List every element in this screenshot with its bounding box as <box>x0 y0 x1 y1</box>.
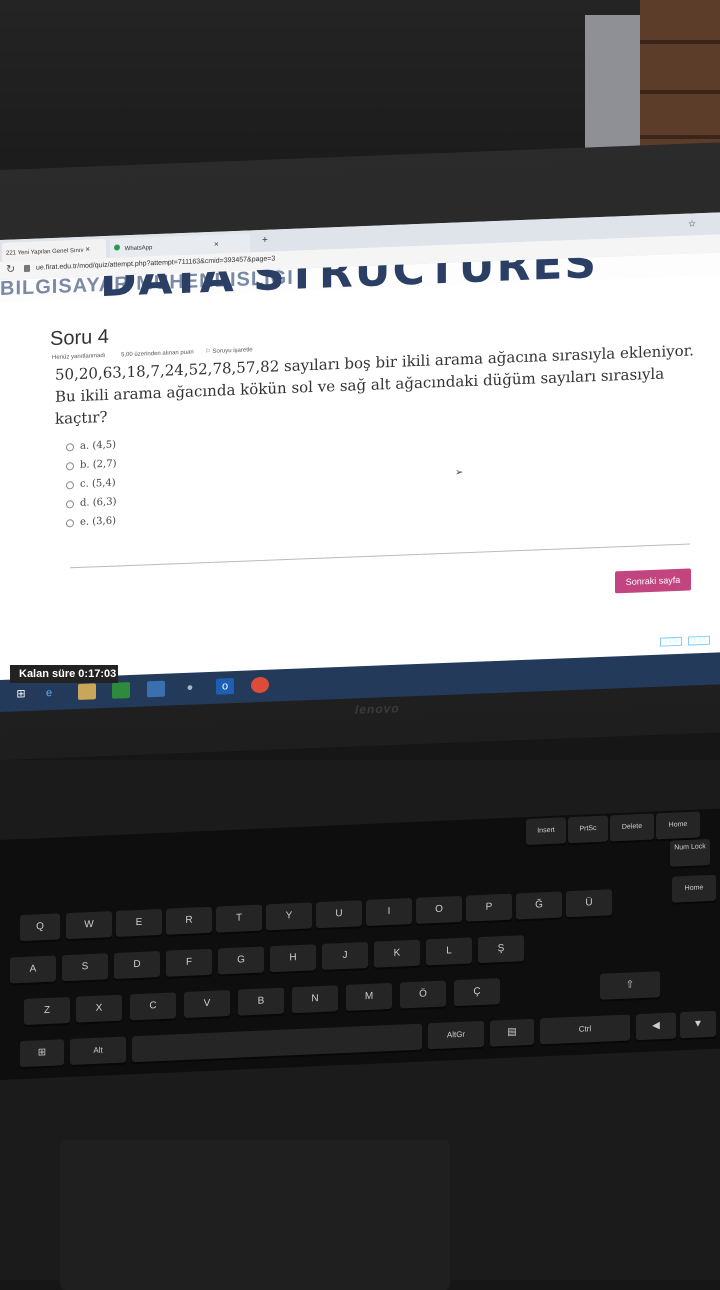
key-f[interactable]: F <box>166 948 212 977</box>
key-l[interactable]: L <box>426 937 472 966</box>
key-m[interactable]: M <box>346 982 392 1011</box>
close-icon[interactable]: × <box>214 240 219 249</box>
radio-button[interactable] <box>66 518 74 527</box>
windows-key-icon[interactable]: ⊞ <box>20 1039 64 1068</box>
keyboard: Insert PrtSc Delete Home Num Lock Q W E … <box>0 808 720 1080</box>
altgr-key[interactable]: AltGr <box>428 1020 484 1050</box>
radio-button[interactable] <box>66 442 74 451</box>
key-q[interactable]: Q <box>20 913 60 942</box>
radio-button[interactable] <box>66 499 74 508</box>
option-label: e. (3,6) <box>80 515 116 528</box>
key-i[interactable]: I <box>366 898 412 927</box>
key-p[interactable]: P <box>466 893 512 922</box>
option-label: d. (6,3) <box>80 496 117 509</box>
key-z[interactable]: Z <box>24 996 70 1025</box>
battery-indicator[interactable]: 72% <box>660 636 683 647</box>
key-x[interactable]: X <box>76 994 122 1023</box>
key-k[interactable]: K <box>374 939 420 968</box>
background-wall-panel <box>585 15 640 165</box>
key-c-cedilla[interactable]: Ç <box>454 978 500 1007</box>
laptop-brand-logo: lenovo <box>355 701 400 717</box>
key-y[interactable]: Y <box>266 902 312 931</box>
file-explorer-icon[interactable] <box>78 683 96 701</box>
new-tab-button[interactable]: + <box>262 235 268 246</box>
arrow-down-icon[interactable]: ▼ <box>680 1010 716 1039</box>
key-r[interactable]: R <box>166 906 212 935</box>
key-h[interactable]: H <box>270 944 316 973</box>
key-u-umlaut[interactable]: Ü <box>566 889 612 918</box>
key-g-breve[interactable]: Ğ <box>516 891 562 920</box>
answer-option[interactable]: d. (6,3) <box>66 497 116 518</box>
space-bar[interactable] <box>132 1023 422 1063</box>
home-key[interactable]: Home <box>656 811 700 840</box>
num-lock-key[interactable]: Num Lock <box>670 839 710 867</box>
insert-key[interactable]: Insert <box>526 817 566 846</box>
key-u[interactable]: U <box>316 900 362 929</box>
internet-explorer-icon[interactable]: e <box>40 685 58 702</box>
tab-label: WhatsApp <box>124 245 153 253</box>
radio-button[interactable] <box>66 480 74 489</box>
shelf-divider <box>640 40 720 44</box>
key-g[interactable]: G <box>218 946 264 975</box>
key-t[interactable]: T <box>216 904 262 933</box>
key-v[interactable]: V <box>184 989 230 1018</box>
key-o-umlaut[interactable]: Ö <box>400 980 446 1009</box>
key-s[interactable]: S <box>62 953 108 982</box>
network-app-icon[interactable]: ● <box>181 679 199 696</box>
key-j[interactable]: J <box>322 941 368 970</box>
answer-option[interactable]: a. (4,5) <box>66 440 116 461</box>
key-w[interactable]: W <box>66 911 112 940</box>
windows-start-icon[interactable]: ⊞ <box>12 686 30 703</box>
key-b[interactable]: B <box>238 987 284 1016</box>
flag-icon[interactable]: ⚐ <box>205 349 210 355</box>
remaining-time-timer: Kalan süre 0:17:03 <box>10 665 118 683</box>
alt-key[interactable]: Alt <box>70 1036 126 1065</box>
lock-icon <box>24 264 30 273</box>
delete-key[interactable]: Delete <box>610 813 654 842</box>
system-tray: 72% 1:14 <box>660 635 710 647</box>
option-label: c. (5,4) <box>80 477 116 490</box>
key-n[interactable]: N <box>292 985 338 1014</box>
option-label: a. (4,5) <box>80 439 117 452</box>
key-s-cedilla[interactable]: Ş <box>478 935 524 964</box>
key-o[interactable]: O <box>416 895 462 924</box>
key-c[interactable]: C <box>130 992 176 1021</box>
option-label: b. (2,7) <box>80 458 117 471</box>
question-number: Soru 4 <box>50 325 109 351</box>
whatsapp-icon <box>114 244 120 251</box>
shift-arrow-icon[interactable]: ⇧ <box>600 971 660 1000</box>
reload-icon[interactable]: ↻ <box>6 262 15 275</box>
key-a[interactable]: A <box>10 955 56 984</box>
arrow-left-icon[interactable]: ◀ <box>636 1012 676 1041</box>
clock[interactable]: 1:14 <box>688 635 710 646</box>
tab-label: 221 Yeni Yapılan Genel Sınıv <box>6 247 84 257</box>
radio-button[interactable] <box>66 461 74 470</box>
shelf-divider <box>640 90 720 94</box>
prtsc-key[interactable]: PrtSc <box>568 815 608 844</box>
store-icon[interactable] <box>112 682 130 699</box>
shelf-divider <box>640 135 720 139</box>
touchpad[interactable] <box>60 1140 450 1290</box>
close-icon[interactable]: × <box>85 245 90 254</box>
laptop-screen: 221 Yeni Yapılan Genel Sınıv × WhatsApp … <box>0 212 720 690</box>
key-e[interactable]: E <box>116 908 162 937</box>
answer-option[interactable]: e. (3,6) <box>66 516 116 537</box>
outlook-icon[interactable]: o <box>216 678 234 695</box>
desktop-app-icon[interactable] <box>147 680 165 698</box>
ctrl-key[interactable]: Ctrl <box>540 1014 630 1045</box>
menu-key-icon[interactable]: ▤ <box>490 1018 534 1047</box>
next-page-button[interactable]: Sonraki sayfa <box>615 568 691 594</box>
mouse-cursor-icon: ➢ <box>455 467 464 479</box>
answer-options: a. (4,5) b. (2,7) c. (5,4) d. (6,3) e. (… <box>66 440 116 537</box>
chrome-icon[interactable] <box>251 676 269 694</box>
star-icon[interactable]: ☆ <box>688 218 696 229</box>
home-side-key[interactable]: Home <box>672 874 716 903</box>
answer-option[interactable]: b. (2,7) <box>66 459 116 480</box>
answer-option[interactable]: c. (5,4) <box>66 478 116 499</box>
key-d[interactable]: D <box>114 951 160 980</box>
